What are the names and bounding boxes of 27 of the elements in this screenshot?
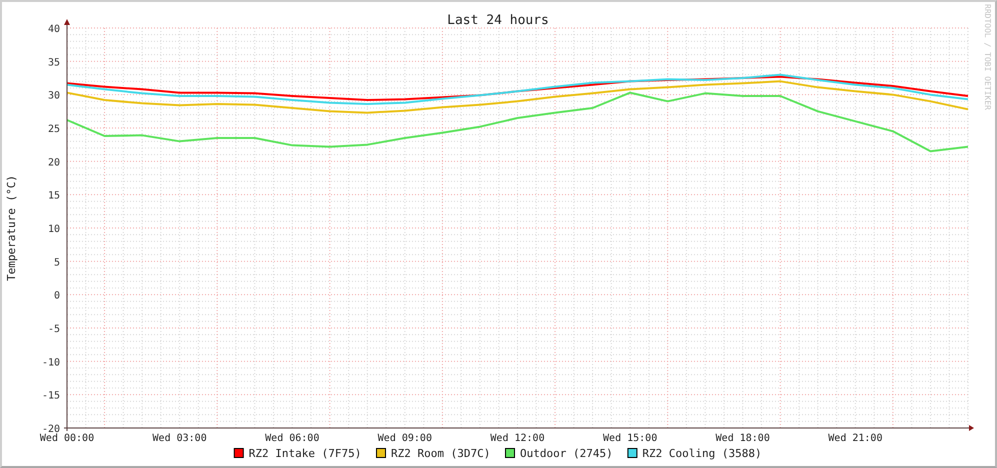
x-tick-label: Wed 15:00	[603, 433, 658, 444]
y-tick-label: -10	[42, 357, 60, 368]
y-tick-label: 30	[48, 90, 60, 102]
y-tick-label: -15	[42, 390, 60, 402]
x-tick-label: Wed 09:00	[378, 433, 432, 444]
y-tick-label: 15	[48, 190, 60, 202]
y-tick-label: -5	[48, 324, 60, 335]
y-axis-title: Temperature (°C)	[5, 175, 18, 281]
y-tick-label: 5	[54, 257, 60, 268]
x-tick-label: Wed 12:00	[490, 433, 545, 444]
y-tick-label: 35	[48, 57, 60, 68]
credit-text: RRDTOOL / TOBI OETIKER	[983, 4, 992, 110]
legend-label: RZ2 Cooling (3588)	[642, 447, 762, 460]
y-tick-label: 20	[48, 157, 60, 168]
legend-label: RZ2 Intake (7F75)	[248, 447, 362, 460]
y-tick-label: 0	[54, 290, 60, 302]
legend-label: RZ2 Room (3D7C)	[391, 447, 490, 460]
x-tick-label: Wed 03:00	[152, 433, 207, 444]
x-tick-label: Wed 18:00	[716, 433, 770, 444]
x-tick-label: Wed 00:00	[40, 433, 94, 444]
chart-title: Last 24 hours	[447, 13, 549, 28]
legend-label: Outdoor (2745)	[520, 447, 613, 460]
y-tick-label: 25	[48, 124, 60, 135]
x-tick-label: Wed 06:00	[265, 433, 320, 444]
y-tick-label: 40	[48, 24, 60, 35]
x-tick-label: Wed 21:00	[828, 433, 882, 444]
y-tick-label: 10	[48, 224, 60, 235]
